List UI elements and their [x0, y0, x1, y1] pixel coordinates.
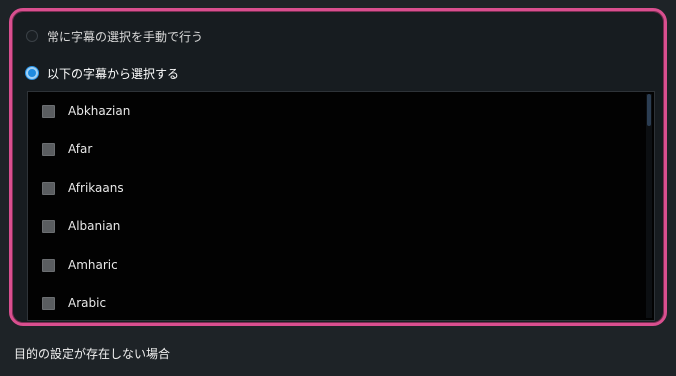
list-item-afar[interactable]: Afar [42, 138, 92, 160]
list-item-abkhazian[interactable]: Abkhazian [42, 100, 130, 122]
list-item-albanian[interactable]: Albanian [42, 215, 120, 237]
radio-button-selected[interactable] [26, 67, 38, 79]
list-item-arabic[interactable]: Arabic [42, 292, 106, 314]
no-setting-heading: 目的の設定が存在しない場合 [14, 347, 171, 361]
subtitle-settings-page: 常に字幕の選択を手動で行う 以下の字幕から選択する Abkhazian Afar… [0, 0, 676, 376]
checkbox[interactable] [42, 142, 55, 156]
list-item-afrikaans[interactable]: Afrikaans [42, 177, 124, 199]
language-label: Afrikaans [68, 181, 124, 195]
checkbox[interactable] [42, 296, 55, 310]
checkbox[interactable] [42, 258, 55, 272]
checkbox[interactable] [42, 104, 55, 118]
radio-button-unselected[interactable] [26, 30, 38, 42]
language-label: Afar [68, 142, 93, 156]
scrollbar-thumb[interactable] [647, 94, 651, 126]
language-label: Amharic [68, 258, 118, 272]
radio-select-from-list[interactable]: 以下の字幕から選択する [26, 63, 179, 83]
language-label: Arabic [68, 296, 107, 310]
checkbox[interactable] [42, 219, 55, 233]
radio-select-from-list-label: 以下の字幕から選択する [47, 66, 180, 81]
radio-manual-select-label: 常に字幕の選択を手動で行う [47, 29, 204, 44]
subtitle-selection-panel: 常に字幕の選択を手動で行う 以下の字幕から選択する Abkhazian Afar… [9, 8, 667, 326]
list-scrollbar[interactable] [646, 94, 652, 318]
language-label: Abkhazian [68, 104, 131, 118]
language-label: Albanian [68, 219, 121, 233]
language-list[interactable]: Abkhazian Afar Afrikaans Albanian Amhari… [27, 91, 655, 321]
checkbox[interactable] [42, 181, 55, 195]
radio-manual-select[interactable]: 常に字幕の選択を手動で行う [26, 26, 203, 46]
list-item-amharic[interactable]: Amharic [42, 254, 118, 276]
